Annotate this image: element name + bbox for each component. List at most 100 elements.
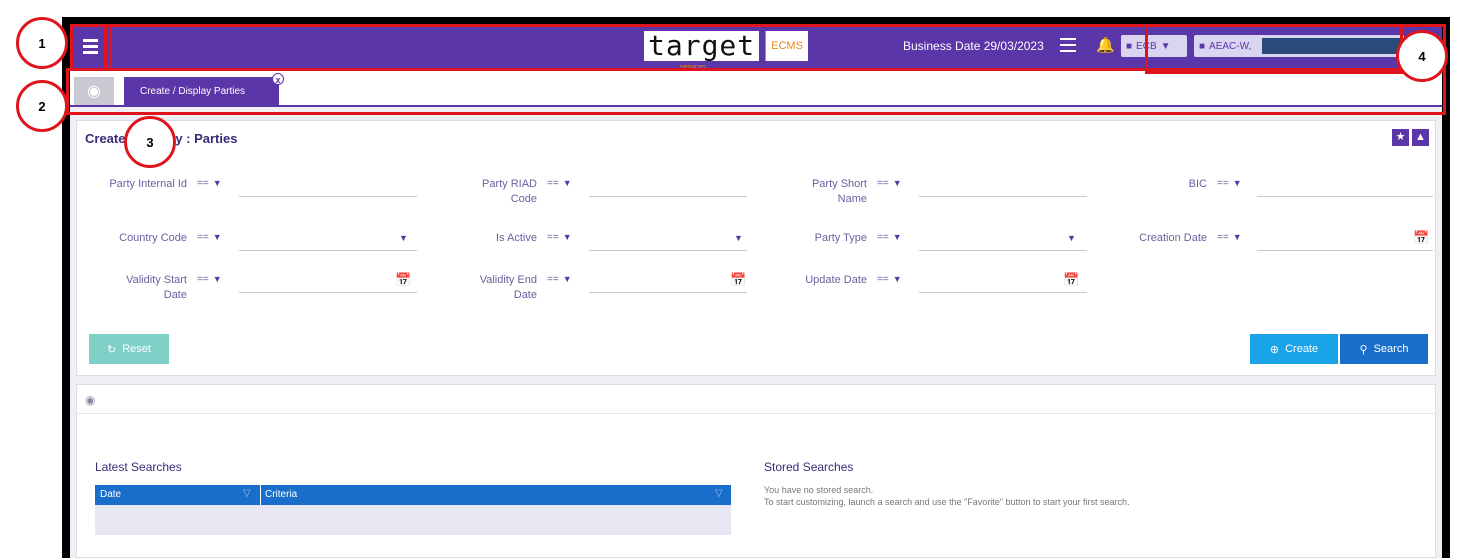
operator-select[interactable]: == ▼ — [547, 274, 572, 285]
logo-text: target services — [644, 31, 760, 71]
label-party-type: Party Type — [814, 232, 867, 244]
filter-icon[interactable]: ▽ — [243, 488, 251, 499]
latest-searches-table-body — [95, 505, 731, 535]
chevron-down-icon: ▼ — [1160, 40, 1171, 52]
dashboard-icon: ◉ — [87, 83, 101, 100]
label-is-active: Is Active — [496, 232, 537, 244]
chevron-down-icon[interactable]: ▼ — [1067, 233, 1076, 243]
label-party-riad-code: Party RIAD Code — [481, 178, 537, 205]
field-validity-start-date: Validity Start Date == ▼ 📅 — [77, 272, 417, 313]
divider — [77, 413, 1435, 414]
calendar-icon[interactable]: 📅 — [1413, 230, 1429, 246]
validity-end-date-input[interactable] — [589, 273, 747, 293]
label-country-code: Country Code — [119, 232, 187, 244]
logo-ecms: ECMS — [765, 31, 808, 61]
tab-bar: ◉ Create / Display Parties x — [70, 69, 1442, 107]
business-date: Business Date 29/03/2023 — [903, 39, 1044, 53]
tab-label: Create / Display Parties — [140, 85, 246, 97]
field-party-riad-code: Party RIAD Code == ▼ — [417, 177, 747, 217]
user-label: AEAC-W, — [1209, 40, 1252, 52]
operator-select[interactable]: == ▼ — [197, 274, 222, 285]
label-validity-start-date: Validity Start Date — [126, 274, 187, 301]
user-icon: ■ — [1199, 40, 1206, 52]
target-ecms-logo: target services ECMS — [644, 30, 808, 71]
field-country-code: Country Code == ▼ ▼ — [77, 231, 417, 271]
country-code-select[interactable] — [239, 231, 417, 251]
party-internal-id-input[interactable] — [239, 177, 417, 197]
column-divider — [260, 485, 261, 505]
field-party-short-name: Party Short Name == ▼ — [757, 177, 1087, 217]
chevron-down-icon[interactable]: ▼ — [399, 233, 408, 243]
search-panel: Create / Display : Parties ★ ▲ Party Int… — [76, 120, 1436, 376]
app-screen: target services ECMS Business Date 29/03… — [70, 24, 1442, 558]
annotation-marker-4: 4 — [1396, 30, 1448, 82]
ecb-label: ECB — [1136, 40, 1157, 52]
field-is-active: Is Active == ▼ ▼ — [417, 231, 747, 271]
operator-select[interactable]: == ▼ — [877, 232, 902, 243]
reset-label: Reset — [122, 343, 151, 355]
collapse-chevron-up-icon[interactable]: ▲ — [1412, 129, 1429, 146]
create-button[interactable]: ⊕ Create — [1250, 334, 1338, 364]
user-icon: ■ — [1126, 40, 1133, 52]
label-validity-end-date: Validity End Date — [479, 274, 537, 301]
field-validity-end-date: Validity End Date == ▼ 📅 — [417, 272, 747, 313]
update-date-input[interactable] — [919, 273, 1087, 293]
top-bar: target services ECMS Business Date 29/03… — [70, 24, 1442, 71]
calendar-icon[interactable]: 📅 — [1063, 272, 1079, 288]
field-party-internal-id: Party Internal Id == ▼ — [77, 177, 417, 217]
filter-icon[interactable]: ▽ — [715, 488, 723, 499]
field-update-date: Update Date == ▼ 📅 — [757, 272, 1087, 313]
calendar-icon[interactable]: 📅 — [395, 272, 411, 288]
panel-actions: ★ ▲ — [1392, 129, 1429, 146]
reset-button[interactable]: ↻ Reset — [89, 334, 169, 364]
field-party-type: Party Type == ▼ ▼ — [757, 231, 1087, 271]
redacted-username — [1262, 38, 1402, 54]
stored-searches-message: You have no stored search. To start cust… — [764, 485, 1130, 507]
plus-circle-icon: ⊕ — [1269, 343, 1280, 356]
create-label: Create — [1285, 343, 1319, 355]
operator-select[interactable]: == ▼ — [197, 232, 222, 243]
label-update-date: Update Date — [805, 274, 867, 286]
label-creation-date: Creation Date — [1139, 232, 1207, 244]
chevron-down-icon[interactable]: ▼ — [734, 233, 743, 243]
field-bic: BIC == ▼ — [1097, 177, 1433, 217]
field-creation-date: Creation Date == ▼ 📅 — [1097, 230, 1433, 271]
operator-select[interactable]: == ▼ — [547, 178, 572, 189]
annotation-marker-1: 1 — [16, 17, 68, 69]
bell-icon[interactable]: 🔔 — [1096, 36, 1115, 54]
menu-icon[interactable] — [76, 32, 104, 60]
operator-select[interactable]: == ▼ — [1217, 232, 1242, 243]
stored-searches-title: Stored Searches — [764, 460, 854, 474]
operator-select[interactable]: == ▼ — [197, 178, 222, 189]
label-party-short-name: Party Short Name — [811, 178, 867, 205]
party-short-name-input[interactable] — [919, 177, 1087, 197]
bic-input[interactable] — [1257, 177, 1433, 197]
dashboard-home-tab[interactable]: ◉ — [74, 77, 114, 105]
creation-date-input[interactable] — [1257, 231, 1433, 251]
annotation-marker-2: 2 — [16, 80, 68, 132]
party-type-select[interactable] — [919, 231, 1087, 251]
column-date[interactable]: Date — [100, 489, 121, 500]
operator-select[interactable]: == ▼ — [877, 274, 902, 285]
list-icon[interactable] — [1060, 38, 1076, 52]
label-party-internal-id: Party Internal Id — [109, 178, 187, 190]
ecb-role-button[interactable]: ■ ECB ▼ — [1121, 35, 1187, 57]
search-button[interactable]: ⚲ Search — [1340, 334, 1428, 364]
party-riad-code-input[interactable] — [589, 177, 747, 197]
favorite-star-icon[interactable]: ★ — [1392, 129, 1409, 146]
dashboard-panel: ◉ Latest Searches Stored Searches Date ▽… — [76, 384, 1436, 558]
is-active-select[interactable] — [589, 231, 747, 251]
close-icon[interactable]: x — [272, 73, 284, 85]
operator-select[interactable]: == ▼ — [877, 178, 902, 189]
operator-select[interactable]: == ▼ — [547, 232, 572, 243]
search-label: Search — [1373, 343, 1409, 355]
latest-searches-table-header: Date ▽ Criteria ▽ — [95, 485, 731, 505]
tab-create-display-parties[interactable]: Create / Display Parties x — [124, 73, 284, 105]
reset-icon: ↻ — [107, 343, 117, 356]
search-icon: ⚲ — [1359, 343, 1368, 356]
column-criteria[interactable]: Criteria — [265, 489, 297, 500]
validity-start-date-input[interactable] — [239, 273, 417, 293]
label-bic: BIC — [1188, 178, 1207, 190]
operator-select[interactable]: == ▼ — [1217, 178, 1242, 189]
calendar-icon[interactable]: 📅 — [730, 272, 746, 288]
